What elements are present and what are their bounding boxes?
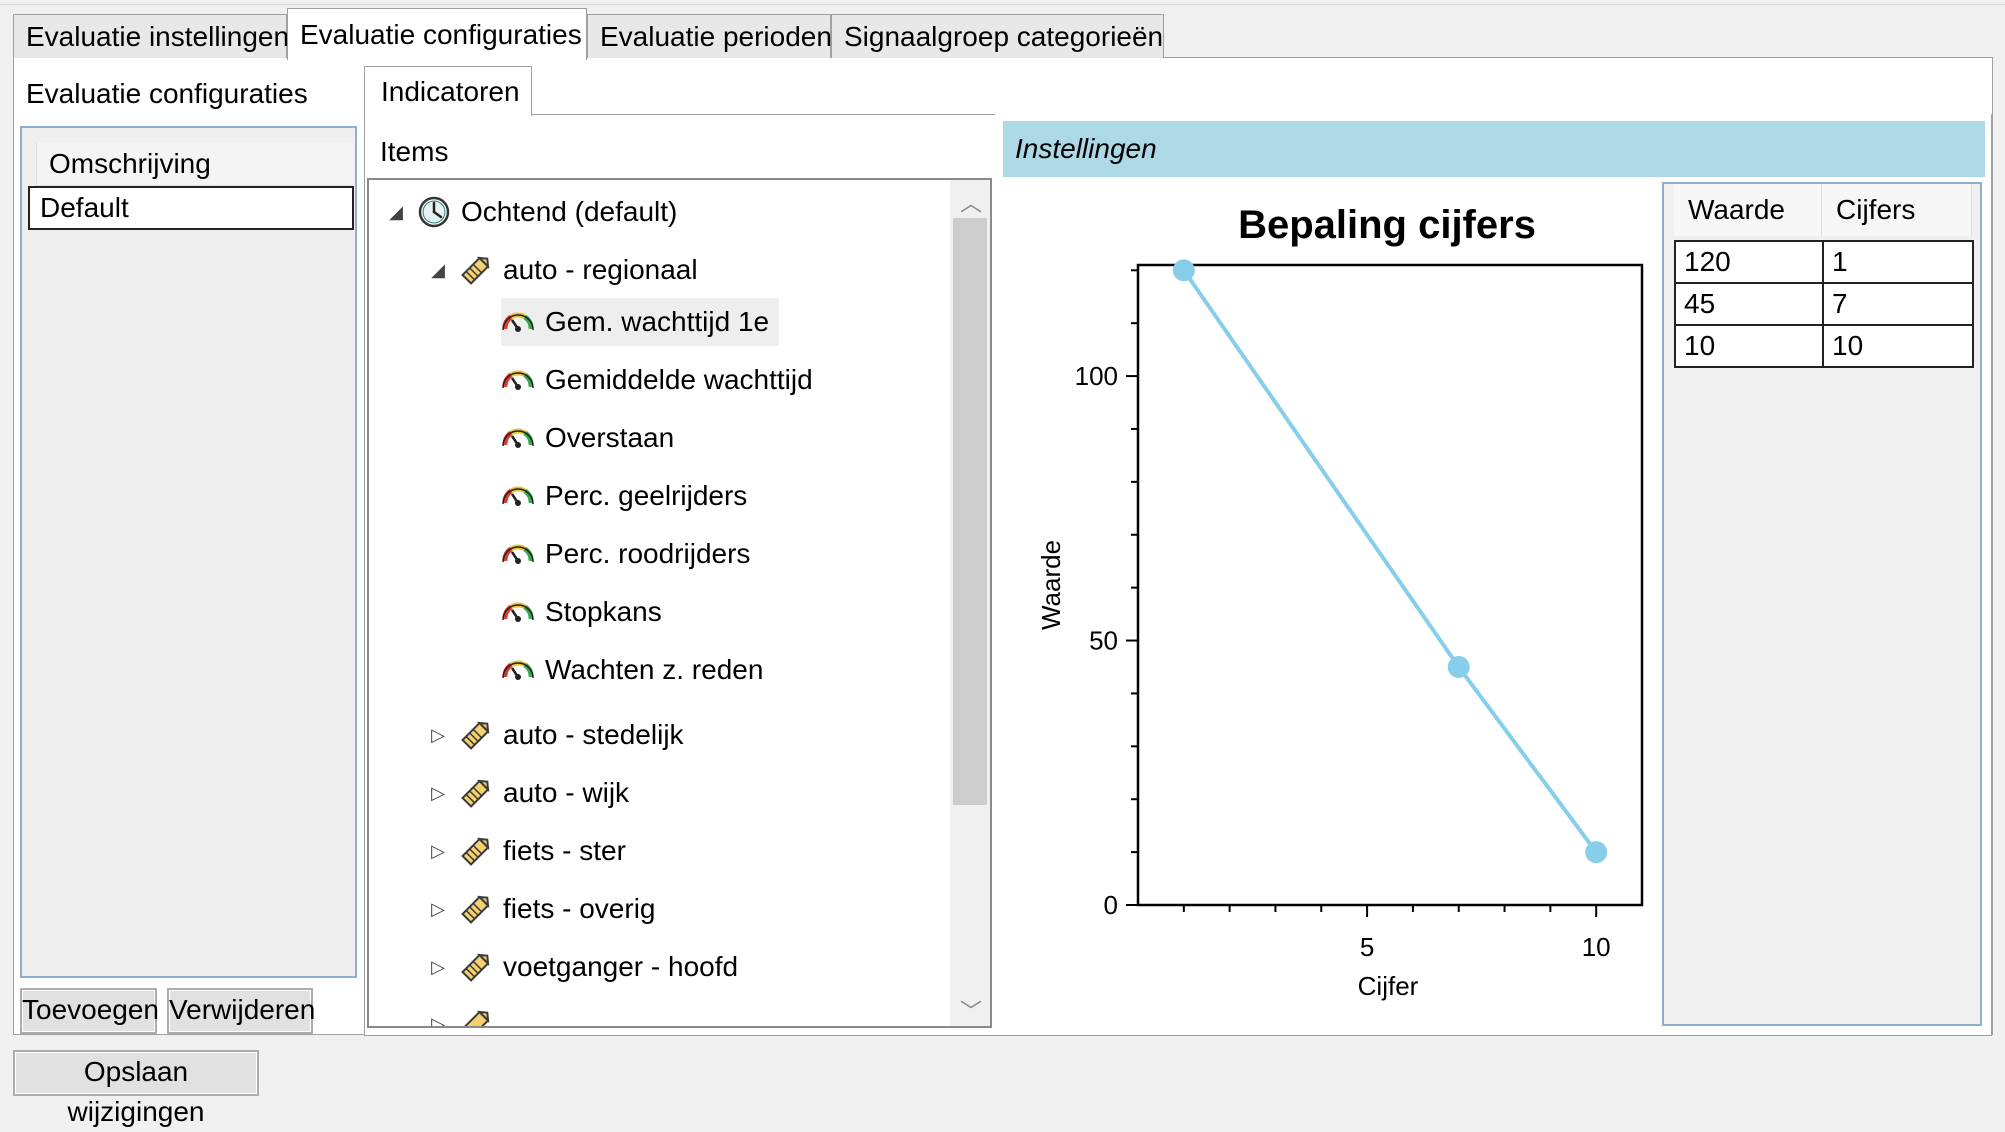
grid-cell-cijfers[interactable]: 1: [1822, 240, 1974, 284]
data-point: [1172, 259, 1195, 282]
collapsed-arrow-icon[interactable]: ▷: [427, 899, 449, 920]
tree-item-label: auto - wijk: [503, 777, 630, 808]
collapsed-arrow-icon[interactable]: ▷: [427, 1014, 449, 1027]
tree-item-group[interactable]: ▷ voetganger - hoofd: [427, 943, 738, 991]
tree-item-group[interactable]: ▷ auto - wijk: [427, 769, 629, 817]
tree-item-label: Wachten z. reden: [545, 654, 764, 685]
tree-item-indicator[interactable]: Stopkans: [501, 588, 672, 636]
x-tick-label: 5: [1360, 932, 1374, 962]
pencil-tag-icon: [461, 895, 490, 924]
add-button[interactable]: Toevoegen: [20, 988, 159, 1034]
data-point: [1447, 655, 1470, 678]
grid-header-cijfers[interactable]: Cijfers: [1822, 184, 1972, 236]
tree-item-indicator[interactable]: Gem. wachttijd 1e: [501, 298, 780, 346]
values-grid[interactable]: Waarde Cijfers 120 1 45 7 10 10: [1662, 182, 1982, 1026]
collapsed-arrow-icon[interactable]: ▷: [427, 957, 449, 978]
tree-item-label: fiets - overig: [503, 893, 656, 924]
y-tick-label: 0: [1104, 890, 1118, 920]
tree-item-indicator[interactable]: Perc. geelrijders: [501, 472, 757, 520]
pencil-tag-icon: [461, 721, 490, 750]
tree-item-indicator[interactable]: Wachten z. reden: [501, 646, 773, 694]
gauge-icon: [502, 312, 534, 332]
gauge-icon: [502, 544, 534, 564]
column-header-omschrijving[interactable]: Omschrijving: [36, 142, 354, 186]
gauge-icon: [502, 428, 534, 448]
chart-title: Bepaling cijfers: [1238, 203, 1536, 247]
collapsed-arrow-icon[interactable]: ▷: [427, 783, 449, 804]
tree-item-group[interactable]: ▷ fiets - overig: [427, 885, 656, 933]
y-tick-label: 100: [1075, 361, 1118, 391]
pencil-tag-icon: [461, 953, 490, 982]
indicator-tree[interactable]: ◢ Ochtend (default) ◢ auto - regionaal G…: [367, 178, 992, 1028]
expanded-arrow-icon[interactable]: ◢: [385, 202, 407, 223]
save-changes-button[interactable]: Opslaan wijzigingen: [13, 1050, 259, 1127]
grid-cell-cijfers[interactable]: 10: [1822, 324, 1974, 368]
scroll-down-icon[interactable]: ﹀: [960, 994, 982, 1026]
tree-item-group[interactable]: ▷ auto - stedelijk: [427, 711, 684, 759]
tree-item-group[interactable]: ▷ fiets - ster: [427, 827, 626, 875]
tab-indicatoren[interactable]: Indicatoren: [364, 66, 532, 116]
y-tick-label: 50: [1089, 626, 1118, 656]
x-tick-label: 10: [1582, 932, 1611, 962]
scroll-up-icon[interactable]: ︿: [960, 186, 982, 218]
tree-item-label: Ochtend (default): [461, 196, 678, 227]
gauge-icon: [502, 602, 534, 622]
tree-item-indicator[interactable]: Perc. roodrijders: [501, 530, 760, 578]
tree-item-indicator[interactable]: Overstaan: [501, 414, 684, 462]
tab-evaluatie-configuraties[interactable]: Evaluatie configuraties: [287, 8, 587, 60]
left-panel-title: Evaluatie configuraties: [26, 78, 308, 109]
tree-item-group-partial[interactable]: ▷: [427, 1000, 503, 1027]
window-top-edge: [0, 0, 2005, 5]
pencil-tag-icon: [461, 779, 490, 808]
list-item[interactable]: Default: [28, 186, 354, 230]
grid-cell-waarde[interactable]: 10: [1674, 324, 1824, 368]
tab-evaluatie-instellingen[interactable]: Evaluatie instellingen: [13, 14, 289, 58]
tree-item-group[interactable]: ◢ auto - regionaal: [427, 246, 698, 294]
pencil-tag-icon: [461, 256, 490, 285]
tree-item-label: Overstaan: [545, 422, 675, 453]
tree-scrollbar-thumb[interactable]: [953, 218, 987, 805]
grid-header-waarde[interactable]: Waarde: [1674, 184, 1822, 236]
tree-item-root[interactable]: ◢ Ochtend (default): [385, 188, 677, 236]
x-axis-label: Cijfer: [1358, 971, 1419, 1001]
tab-signaalgroep-categorieen[interactable]: Signaalgroep categorieën: [831, 14, 1164, 58]
tree-item-label: Gemiddelde wachttijd: [545, 364, 813, 395]
tree-item-label: Perc. roodrijders: [545, 538, 751, 569]
tree-item-indicator[interactable]: Gemiddelde wachttijd: [501, 356, 823, 404]
gauge-icon: [502, 370, 534, 390]
tree-item-label: fiets - ster: [503, 835, 626, 866]
gauge-icon: [502, 486, 534, 506]
grid-cell-cijfers[interactable]: 7: [1822, 282, 1974, 326]
chart-bepaling-cijfers: Bepaling cijfers 5 10050100 Cijfer Waarde: [1036, 203, 1644, 1001]
items-label: Items: [380, 136, 449, 167]
collapsed-arrow-icon[interactable]: ▷: [427, 841, 449, 862]
pencil-tag-icon: [461, 1010, 490, 1026]
settings-header: Instellingen: [1003, 121, 1985, 177]
gauge-icon: [502, 660, 534, 680]
tree-item-label: Stopkans: [545, 596, 662, 627]
tree-item-label: auto - regionaal: [503, 254, 698, 285]
grid-cell-waarde[interactable]: 45: [1674, 282, 1824, 326]
tree-item-label: auto - stedelijk: [503, 719, 684, 750]
collapsed-arrow-icon[interactable]: ▷: [427, 725, 449, 746]
tree-item-label: Gem. wachttijd 1e: [545, 306, 770, 337]
y-axis-label: Waarde: [1036, 540, 1066, 630]
tree-item-label: voetganger - hoofd: [503, 951, 739, 982]
remove-button[interactable]: Verwijderen: [167, 988, 315, 1034]
clock-icon: [418, 196, 450, 228]
tab-evaluatie-perioden[interactable]: Evaluatie perioden: [587, 14, 832, 58]
expanded-arrow-icon[interactable]: ◢: [427, 260, 449, 281]
data-point: [1585, 841, 1608, 864]
configurations-list[interactable]: Omschrijving Default: [20, 126, 357, 978]
grid-cell-waarde[interactable]: 120: [1674, 240, 1824, 284]
tree-item-label: Perc. geelrijders: [545, 480, 748, 511]
pencil-tag-icon: [461, 837, 490, 866]
